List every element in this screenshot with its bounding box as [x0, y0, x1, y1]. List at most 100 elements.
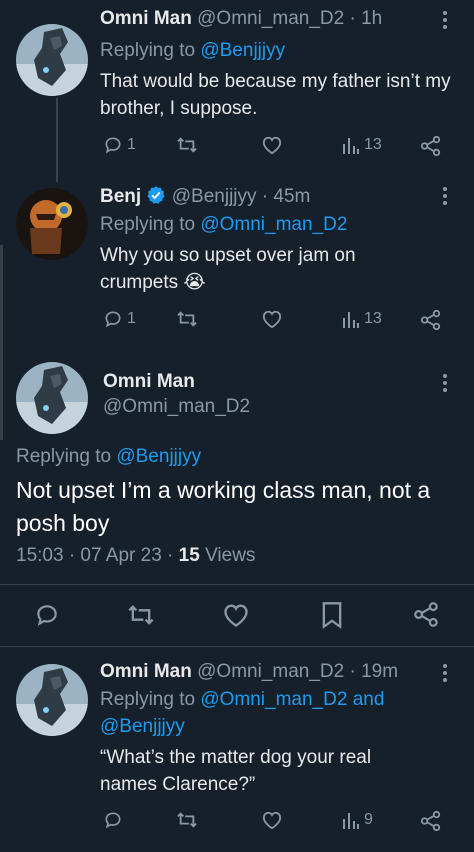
tweet-time[interactable]: 19m — [361, 661, 398, 682]
share-button[interactable] — [420, 810, 442, 832]
views-button[interactable]: 9 — [342, 810, 373, 830]
avatar[interactable] — [16, 664, 88, 736]
like-icon — [262, 811, 282, 830]
views-icon — [343, 813, 359, 829]
author-handle[interactable]: @Omni_man_D2 — [197, 661, 344, 682]
replying-to-label: Replying to — [100, 40, 196, 61]
mention-link[interactable]: @Omni_man_D2 — [200, 214, 347, 235]
views-count: 13 — [364, 310, 382, 327]
retweet-icon — [177, 311, 197, 327]
like-button[interactable] — [222, 602, 250, 628]
views-icon — [343, 312, 359, 328]
bookmark-button[interactable] — [320, 601, 344, 629]
like-button[interactable] — [261, 135, 283, 155]
replying-to: Replying to @Omni_man_D2 and — [100, 689, 384, 711]
author-handle[interactable]: @Omni_man_D2 — [103, 396, 250, 417]
avatar-omni-man-image — [16, 24, 88, 96]
author-name[interactable]: Omni Man — [100, 661, 192, 682]
reply-icon — [105, 137, 121, 154]
share-button[interactable] — [420, 135, 442, 157]
like-icon — [262, 310, 282, 329]
reply-count: 1 — [127, 310, 136, 327]
views-icon — [343, 138, 359, 154]
avatar[interactable] — [16, 188, 88, 260]
reply-icon — [105, 311, 121, 328]
tweet-meta: 15:03 · 07 Apr 23 · 15 Views — [16, 545, 255, 567]
author-handle[interactable]: @Benjjjyy — [172, 186, 257, 207]
main-tweet-handle: @Omni_man_D2 — [103, 396, 250, 418]
views-count: 13 — [364, 136, 382, 153]
replying-to-label: Replying to — [100, 689, 196, 710]
share-icon — [420, 309, 441, 331]
tweet-header: Benj @Benjjjyy · 45m — [100, 185, 310, 208]
share-icon — [420, 135, 441, 157]
more-icon[interactable] — [442, 186, 448, 211]
like-icon — [262, 136, 282, 155]
mention-link[interactable]: @Benjjjyy — [100, 716, 185, 737]
tweet-header: Omni Man @Omni_man_D2 · 19m — [100, 661, 398, 683]
retweet-button[interactable] — [176, 810, 198, 830]
retweet-icon — [177, 137, 197, 153]
tweet-timestamp[interactable]: 15:03 · 07 Apr 23 · — [16, 545, 173, 566]
tweet-time[interactable]: 45m — [273, 186, 310, 207]
divider — [0, 584, 474, 585]
replying-to-label: Replying to — [16, 446, 112, 467]
mention-link[interactable]: @Benjjjyy — [200, 40, 285, 61]
author-handle[interactable]: @Omni_man_D2 — [197, 8, 344, 29]
views-count: 15 — [178, 545, 200, 566]
share-button[interactable] — [413, 601, 440, 628]
tweet-text: That would be because my father isn’t my… — [100, 71, 451, 119]
retweet-button[interactable] — [176, 135, 198, 155]
verified-icon — [147, 186, 165, 204]
retweet-icon — [177, 812, 197, 828]
avatar[interactable] — [16, 24, 88, 96]
views-button[interactable]: 13 — [342, 309, 382, 329]
more-icon[interactable] — [442, 373, 448, 398]
mention-link[interactable]: @Benjjjyy — [116, 446, 201, 467]
reply-button[interactable] — [34, 602, 60, 628]
separator: · — [349, 661, 356, 682]
views-label: Views — [205, 545, 256, 566]
separator: · — [349, 8, 356, 29]
like-button[interactable] — [261, 810, 283, 830]
share-icon — [414, 602, 438, 627]
share-icon — [420, 810, 441, 832]
separator: · — [261, 186, 269, 207]
retweet-icon — [128, 605, 154, 625]
avatar-omni-man-image — [16, 664, 88, 736]
replying-to: Replying to @Omni_man_D2 — [100, 214, 347, 236]
like-button[interactable] — [261, 309, 283, 329]
author-name[interactable]: Omni Man — [103, 371, 195, 392]
like-icon — [224, 604, 248, 627]
mention-link[interactable]: @Omni_man_D2 — [200, 689, 347, 710]
divider — [0, 646, 474, 647]
views-button[interactable]: 13 — [342, 135, 382, 155]
reply-icon — [105, 812, 121, 829]
more-icon[interactable] — [442, 10, 448, 35]
author-name[interactable]: Benj — [100, 186, 141, 207]
replying-to: Replying to @Benjjjyy — [100, 40, 285, 62]
share-button[interactable] — [420, 309, 442, 331]
reply-icon — [37, 605, 57, 626]
avatar-benj-image — [16, 188, 88, 260]
tweet-header: Omni Man @Omni_man_D2 · 1h — [100, 8, 382, 30]
reply-button[interactable]: 1 — [103, 309, 136, 329]
tweet-time[interactable]: 1h — [361, 8, 382, 29]
views-count: 9 — [364, 811, 373, 828]
replying-to-label: Replying to — [100, 214, 196, 235]
replying-to-continued: @Benjjjyy — [100, 716, 185, 738]
tweet-text: “What’s the matter dog your real names C… — [100, 747, 372, 795]
more-icon[interactable] — [442, 663, 448, 688]
retweet-button[interactable] — [176, 309, 198, 329]
replying-and: and — [352, 689, 385, 710]
avatar-omni-man-image — [16, 362, 88, 434]
avatar[interactable] — [16, 362, 88, 434]
reply-button[interactable] — [103, 810, 123, 830]
retweet-button[interactable] — [127, 602, 155, 628]
main-tweet-text: Not upset I’m a working class man, not a… — [16, 477, 431, 536]
replying-to: Replying to @Benjjjyy — [16, 446, 201, 468]
author-name[interactable]: Omni Man — [100, 8, 192, 29]
main-tweet-name: Omni Man — [103, 371, 195, 393]
reply-button[interactable]: 1 — [103, 135, 136, 155]
tweet-text: Why you so upset over jam on crumpets 😭 — [100, 245, 356, 293]
